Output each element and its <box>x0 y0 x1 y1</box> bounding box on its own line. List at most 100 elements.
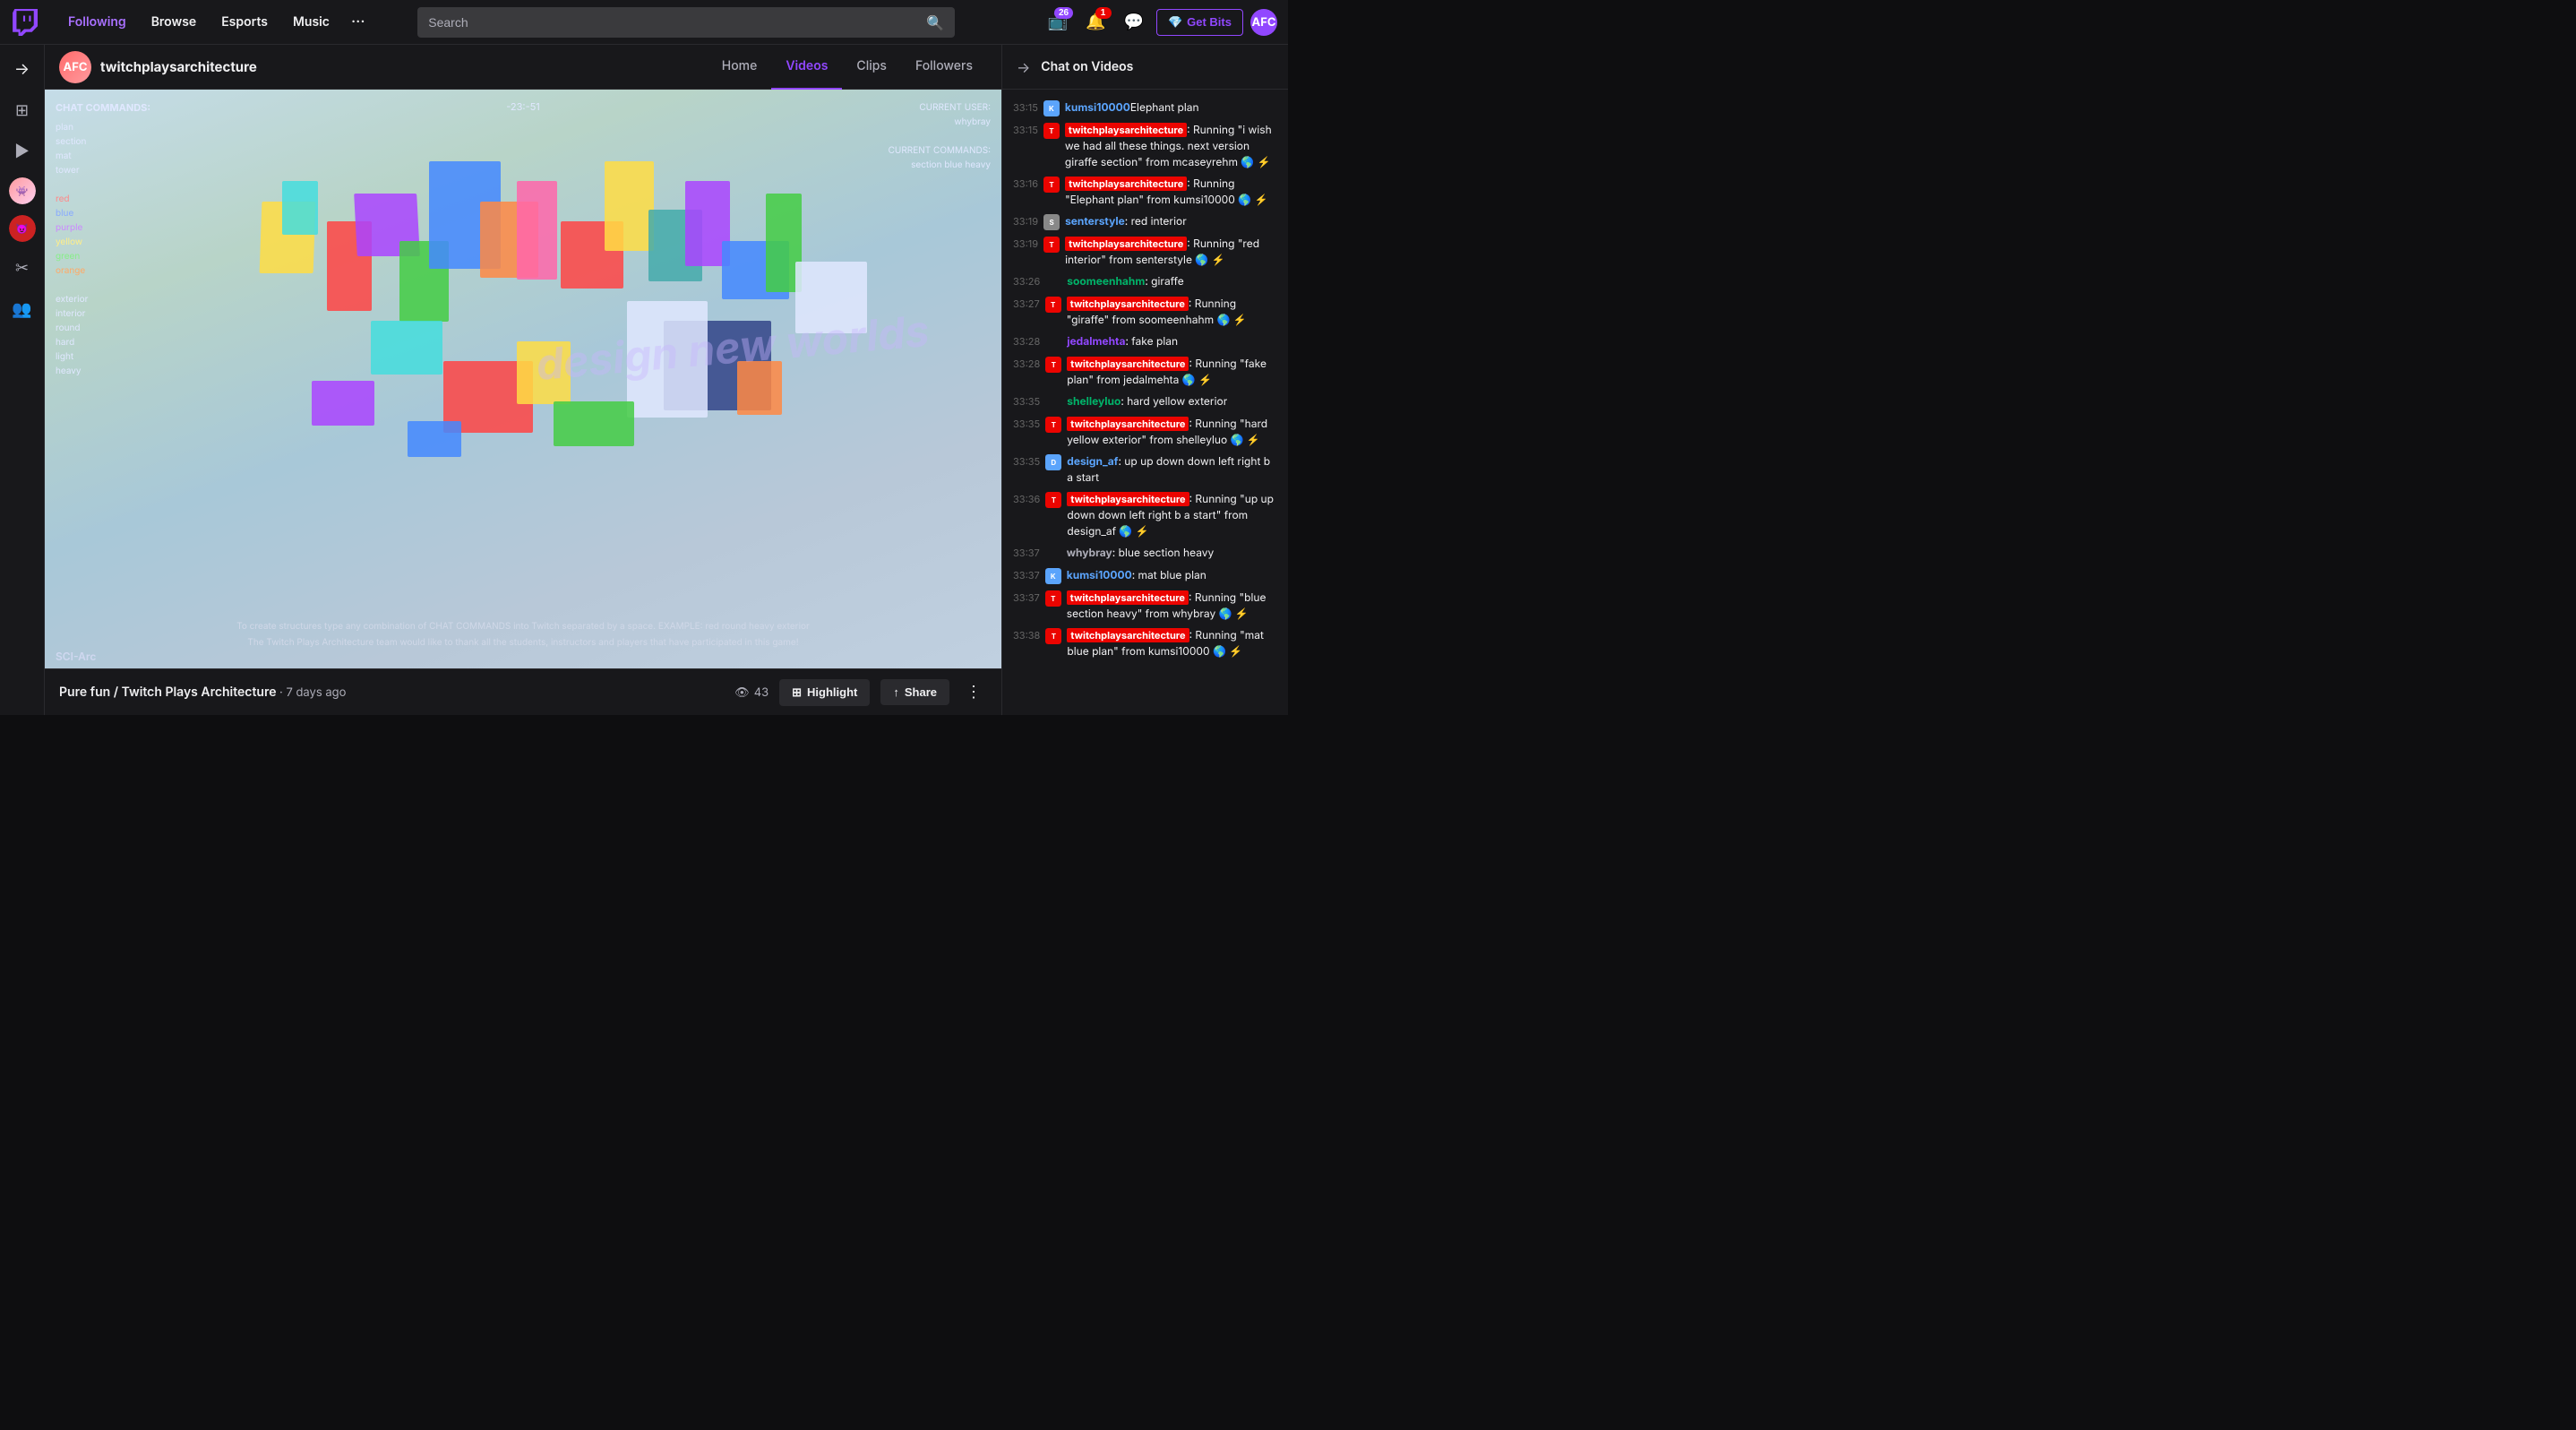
chat-timestamp: 33:35 <box>1013 393 1040 409</box>
video-chat-commands: CHAT COMMANDS: plan section mat tower re… <box>56 100 150 378</box>
nav-more[interactable]: ··· <box>342 0 374 45</box>
twitch-logo[interactable] <box>11 9 38 36</box>
chat-username: twitchplaysarchitecture <box>1065 177 1187 191</box>
chat-timestamp: 33:35 <box>1013 416 1040 432</box>
chat-timestamp: 33:19 <box>1013 213 1038 229</box>
tab-followers[interactable]: Followers <box>901 45 987 90</box>
share-icon: ↑ <box>893 685 899 699</box>
chat-message: 33:28 jedalmehta: fake plan <box>1002 331 1288 353</box>
sidebar-browse-icon[interactable]: ⊞ <box>7 95 38 125</box>
nav-browse[interactable]: Browse <box>139 0 210 45</box>
channel-header: AFC twitchplaysarchitecture Home Videos … <box>45 45 1001 90</box>
video-title: Pure fun / Twitch Plays Architecture · 7… <box>59 685 724 700</box>
chat-username: twitchplaysarchitecture <box>1067 357 1189 371</box>
chat-body: twitchplaysarchitecture: Running "blue s… <box>1067 590 1277 622</box>
sidebar-collapse-icon[interactable]: → <box>7 54 38 84</box>
chat-header: → Chat on Videos <box>1002 45 1288 90</box>
chat-message: 33:35 shelleyluo: hard yellow exterior <box>1002 391 1288 413</box>
video-bottom-bar: Pure fun / Twitch Plays Architecture · 7… <box>45 668 1001 715</box>
chat-message: 33:37 T twitchplaysarchitecture: Running… <box>1002 587 1288 625</box>
sidebar-friends-icon[interactable]: 👥 <box>7 294 38 324</box>
tab-home[interactable]: Home <box>708 45 772 90</box>
share-button[interactable]: ↑ Share <box>880 679 949 705</box>
chat-timestamp: 33:16 <box>1013 176 1038 192</box>
chat-timestamp: 33:36 <box>1013 491 1040 507</box>
search-icon: 🔍 <box>926 13 944 31</box>
chat-avatar: D <box>1045 454 1061 470</box>
chat-username: twitchplaysarchitecture <box>1067 492 1189 506</box>
chat-message: 33:15 T twitchplaysarchitecture: Running… <box>1002 119 1288 173</box>
video-container[interactable]: -23:-51 CHAT COMMANDS: plan section mat … <box>45 90 1001 668</box>
nav-esports[interactable]: Esports <box>209 0 280 45</box>
messages-button[interactable]: 💬 <box>1119 7 1149 37</box>
chat-message: 33:27 T twitchplaysarchitecture: Running… <box>1002 293 1288 331</box>
tab-videos[interactable]: Videos <box>771 45 842 90</box>
chat-message: 33:16 T twitchplaysarchitecture: Running… <box>1002 173 1288 211</box>
chat-timestamp: 33:28 <box>1013 356 1040 372</box>
chat-body: twitchplaysarchitecture: Running "mat bl… <box>1067 627 1277 659</box>
chat-message: 33:19 S senterstyle: red interior <box>1002 211 1288 233</box>
search-bar[interactable]: 🔍 <box>417 7 955 38</box>
chat-timestamp: 33:37 <box>1013 590 1040 606</box>
chat-body: senterstyle: red interior <box>1065 213 1277 229</box>
chat-timestamp: 33:37 <box>1013 545 1040 561</box>
chat-body: shelleyluo: hard yellow exterior <box>1067 393 1277 409</box>
search-input[interactable] <box>428 15 926 30</box>
chat-username: jedalmehta <box>1067 334 1125 348</box>
eye-icon: 👁 <box>734 685 750 700</box>
chat-avatar: T <box>1043 237 1060 253</box>
sidebar-video-icon[interactable]: ▶ <box>7 136 38 167</box>
video-section: -23:-51 CHAT COMMANDS: plan section mat … <box>45 90 1001 715</box>
chat-message: 33:37 K kumsi10000: mat blue plan <box>1002 564 1288 587</box>
chat-body: twitchplaysarchitecture: Running "up up … <box>1067 491 1277 539</box>
video-age: · 7 days ago <box>279 685 346 700</box>
highlight-icon: ⊞ <box>792 685 802 700</box>
main-layout: → ⊞ ▶ 👾 😈 ✂ 👥 AFC twitchplaysarchitectur… <box>0 45 1288 715</box>
more-options-button[interactable]: ⋮ <box>960 679 987 705</box>
chat-message: 33:35 D design_af: up up down down left … <box>1002 451 1288 488</box>
chat-message: 33:37 whybray: blue section heavy <box>1002 542 1288 564</box>
chat-text: : fake plan <box>1125 334 1178 348</box>
bits-icon: 💎 <box>1168 15 1182 30</box>
chat-timestamp: 33:19 <box>1013 236 1038 252</box>
chat-body: design_af: up up down down left right b … <box>1067 453 1277 486</box>
chat-avatar: T <box>1045 297 1061 313</box>
chat-text: : mat blue plan <box>1132 568 1206 581</box>
chat-body: whybray: blue section heavy <box>1067 545 1277 561</box>
chat-username: kumsi10000 <box>1065 100 1130 114</box>
chat-timestamp: 33:26 <box>1013 273 1040 289</box>
chat-text: : blue section heavy <box>1112 546 1215 559</box>
chat-message: 33:26 soomeenhahm: giraffe <box>1002 271 1288 293</box>
nav-music[interactable]: Music <box>280 0 342 45</box>
chat-text: Elephant plan <box>1130 100 1199 114</box>
chat-body: soomeenhahm: giraffe <box>1067 273 1277 289</box>
get-bits-button[interactable]: 💎 Get Bits <box>1156 9 1243 36</box>
chat-username: twitchplaysarchitecture <box>1065 237 1187 251</box>
sidebar-avatar-2[interactable]: 😈 <box>9 215 36 242</box>
highlight-button[interactable]: ⊞ Highlight <box>779 679 870 706</box>
chat-timestamp: 33:28 <box>1013 333 1040 349</box>
video-footer: To create structures type any combinatio… <box>236 618 810 650</box>
notifications-button[interactable]: 📺 26 <box>1043 7 1073 37</box>
chat-title: Chat on Videos <box>1041 59 1133 74</box>
chat-username: senterstyle <box>1065 214 1125 228</box>
chat-timestamp: 33:15 <box>1013 122 1038 138</box>
nav-following[interactable]: Following <box>56 0 139 45</box>
chat-body: twitchplaysarchitecture: Running "red in… <box>1065 236 1277 268</box>
chat-avatar: T <box>1043 123 1060 139</box>
content-area: AFC twitchplaysarchitecture Home Videos … <box>45 45 1001 715</box>
chat-messages[interactable]: 33:15 K kumsi10000Elephant plan 33:15 T … <box>1002 90 1288 715</box>
chat-username: shelleyluo <box>1067 394 1121 408</box>
alerts-button[interactable]: 🔔 1 <box>1080 7 1111 37</box>
chat-avatar: K <box>1045 568 1061 584</box>
sidebar-avatar-1[interactable]: 👾 <box>9 177 36 204</box>
tab-clips[interactable]: Clips <box>842 45 901 90</box>
chat-message: 33:28 T twitchplaysarchitecture: Running… <box>1002 353 1288 391</box>
sci-arc-label: SCI-Arc <box>56 650 96 663</box>
chat-avatar: T <box>1043 177 1060 193</box>
chat-collapse-icon[interactable]: → <box>1017 58 1030 76</box>
sidebar-scissors-icon[interactable]: ✂ <box>7 253 38 283</box>
chat-avatar: T <box>1045 590 1061 607</box>
chat-text: : red interior <box>1125 214 1187 228</box>
user-avatar[interactable]: AFC <box>1250 9 1277 36</box>
